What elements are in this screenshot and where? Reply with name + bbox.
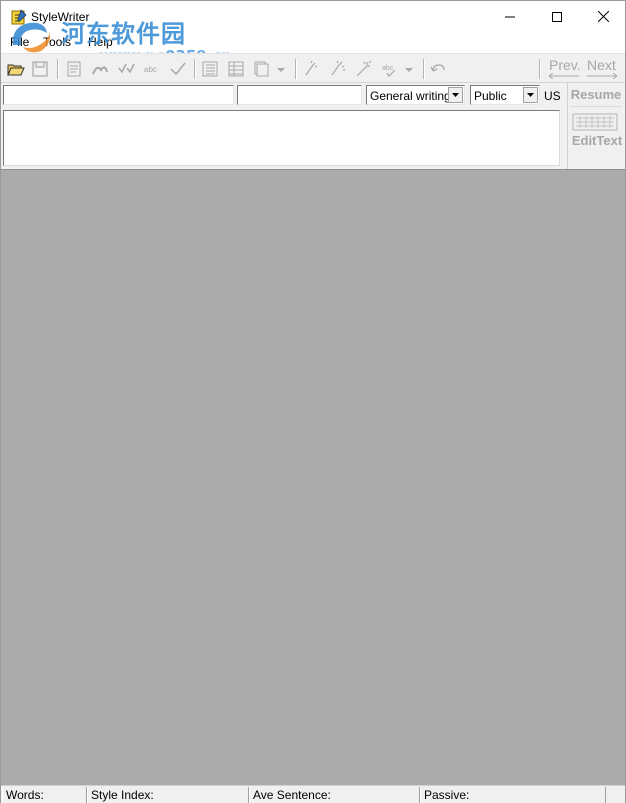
region-label[interactable]: US — [544, 89, 561, 103]
toolbar-separator — [57, 59, 59, 79]
side-pane: Resume EditText — [567, 83, 625, 169]
keyboard-icon[interactable] — [572, 113, 618, 131]
toolbar-separator — [295, 59, 297, 79]
chevron-down-icon — [527, 93, 534, 97]
sparkle-icon[interactable] — [329, 60, 347, 78]
abc-icon[interactable]: abc — [143, 60, 161, 78]
status-bar: Words: Style Index: Ave Sentence: Passiv… — [1, 785, 625, 803]
arrow-right-icon — [587, 73, 618, 79]
arrow-left-icon — [549, 73, 579, 79]
next-label: Next — [587, 57, 616, 73]
options-row: General writing Public US — [1, 83, 567, 109]
status-style-index: Style Index: — [87, 787, 249, 803]
undo-icon[interactable] — [429, 60, 447, 78]
toolbar-separator — [194, 59, 196, 79]
svg-text:abc: abc — [144, 65, 157, 74]
chevron-down-icon[interactable] — [275, 60, 287, 78]
magic-wand-icon[interactable] — [355, 60, 373, 78]
maximize-icon — [552, 11, 562, 22]
status-ave-sentence: Ave Sentence: — [249, 787, 420, 803]
toolbar-separator — [539, 59, 541, 79]
maximize-button[interactable] — [534, 1, 580, 32]
check-marks-icon[interactable] — [117, 60, 135, 78]
writing-type-select[interactable]: General writing — [366, 85, 465, 105]
chevron-down-icon[interactable] — [403, 60, 415, 78]
status-passive: Passive: — [420, 787, 606, 803]
status-words: Words: — [2, 787, 87, 803]
resume-button[interactable]: Resume — [570, 84, 622, 107]
edit-text-button[interactable]: EditText — [570, 133, 624, 148]
sentence-text-area[interactable] — [3, 110, 560, 166]
svg-text:abc: abc — [382, 65, 394, 72]
close-button[interactable] — [580, 1, 626, 32]
checkmark-icon[interactable] — [169, 60, 187, 78]
audience-value: Public — [474, 89, 507, 103]
spell-check-icon[interactable] — [91, 60, 109, 78]
text-field-2[interactable] — [237, 85, 362, 105]
watermark-logo — [12, 22, 50, 53]
abc-check-icon[interactable]: abc — [381, 60, 399, 78]
writing-type-dropdown-button[interactable] — [448, 87, 463, 103]
next-button[interactable]: Next — [587, 57, 619, 79]
sparkle-icon[interactable] — [303, 60, 321, 78]
document-workspace[interactable] — [1, 169, 625, 785]
save-icon[interactable] — [31, 60, 49, 78]
chevron-down-icon — [452, 93, 459, 97]
list-view-icon[interactable] — [201, 60, 219, 78]
toolbar-separator — [423, 59, 425, 79]
minimize-icon — [505, 16, 515, 17]
pages-icon[interactable] — [253, 60, 271, 78]
grid-view-icon[interactable] — [227, 60, 245, 78]
prev-button[interactable]: Prev. — [549, 57, 581, 79]
minimize-button[interactable] — [487, 1, 533, 32]
audience-dropdown-button[interactable] — [523, 87, 538, 103]
close-icon — [597, 11, 609, 22]
text-field-1[interactable] — [3, 85, 234, 105]
document-icon[interactable] — [65, 60, 83, 78]
sentence-panel — [1, 109, 567, 169]
open-folder-icon[interactable] — [7, 60, 25, 78]
watermark-site-name: 河东软件园 — [61, 20, 186, 48]
audience-select[interactable]: Public — [470, 85, 540, 105]
stylewriter-window: StyleWriter File Tools Help 河东软件园 www.pc… — [0, 0, 626, 803]
toolbar: abc abc Prev. Next — [1, 53, 625, 83]
writing-type-value: General writing — [370, 89, 451, 103]
prev-label: Prev. — [549, 57, 581, 73]
